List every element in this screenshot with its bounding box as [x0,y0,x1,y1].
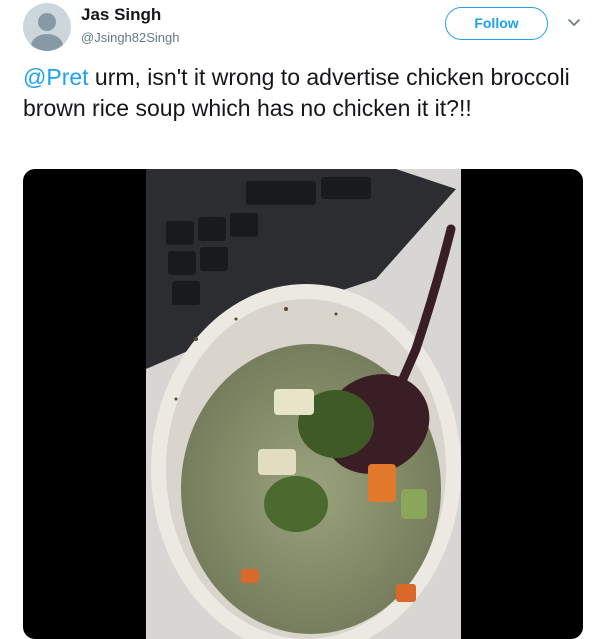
follow-button[interactable]: Follow [445,7,548,40]
tweet-text: @Pret urm, isn't it wrong to advertise c… [23,62,593,124]
avatar-head-shape [38,13,56,31]
mention-link[interactable]: @Pret [23,64,89,90]
chevron-down-icon[interactable] [566,14,582,30]
tweet-body: urm, isn't it wrong to advertise chicken… [23,64,570,121]
tweet-video[interactable] [23,169,583,639]
avatar-body-shape [31,34,63,51]
display-name[interactable]: Jas Singh [81,5,161,25]
user-handle[interactable]: @Jsingh82Singh [81,30,179,45]
avatar[interactable] [23,3,71,51]
video-frame [146,169,461,639]
